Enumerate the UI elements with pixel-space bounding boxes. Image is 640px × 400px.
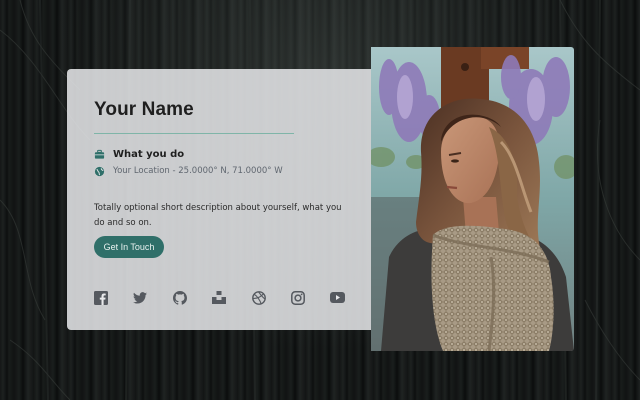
facebook-icon[interactable]: [93, 290, 108, 305]
social-links: [93, 290, 345, 305]
portrait-photo: [371, 47, 574, 351]
job-title: What you do: [113, 148, 185, 160]
globe-icon: [94, 166, 105, 177]
get-in-touch-button[interactable]: Get In Touch: [94, 236, 164, 258]
profile-description: Totally optional short description about…: [94, 203, 342, 228]
profile-name: Your Name: [94, 99, 194, 120]
location-text: Your Location - 25.0000° N, 71.0000° W: [113, 166, 283, 176]
job-row: What you do: [94, 146, 346, 162]
youtube-icon[interactable]: [330, 290, 345, 305]
github-icon[interactable]: [172, 290, 187, 305]
unsplash-icon[interactable]: [212, 290, 227, 305]
dribbble-icon[interactable]: [251, 290, 266, 305]
instagram-icon[interactable]: [291, 290, 306, 305]
twitter-icon[interactable]: [133, 290, 148, 305]
briefcase-icon: [94, 149, 105, 160]
profile-card: Your Name What you do Your Location - 25…: [67, 69, 374, 330]
location-row: Your Location - 25.0000° N, 71.0000° W: [94, 163, 346, 179]
name-divider: [94, 133, 294, 134]
